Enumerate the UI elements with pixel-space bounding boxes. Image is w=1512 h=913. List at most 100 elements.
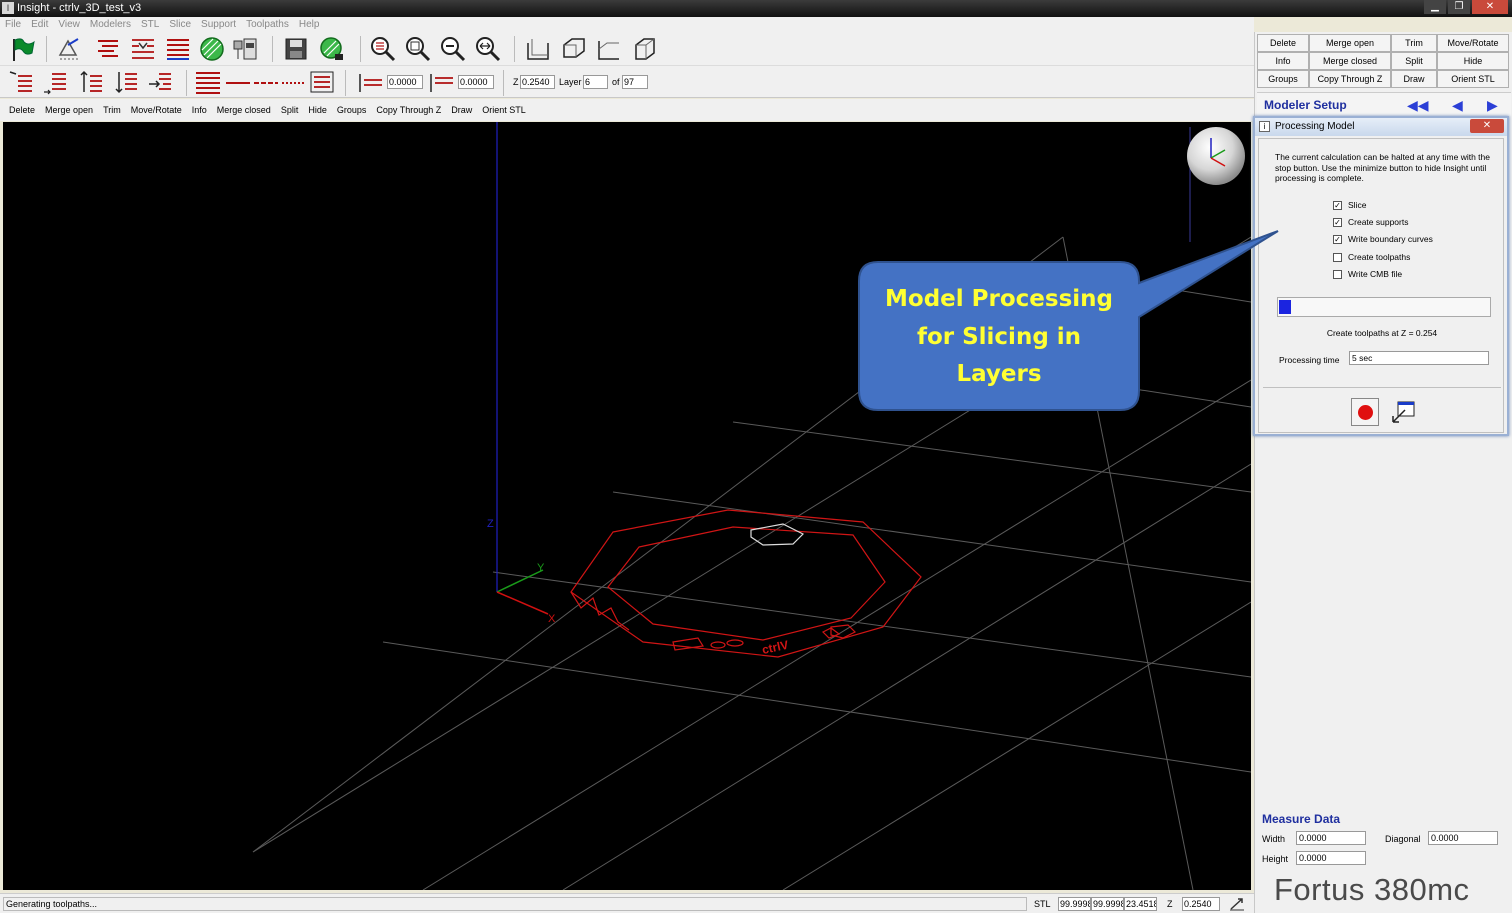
- x-axis-line: [496, 591, 549, 615]
- option-create-toolpaths[interactable]: Create toolpaths: [1333, 252, 1410, 262]
- view-front-icon[interactable]: [524, 35, 552, 63]
- first-icon[interactable]: ◀◀: [1407, 97, 1429, 114]
- flag-icon[interactable]: [8, 35, 36, 63]
- z-top-icon[interactable]: [355, 68, 383, 96]
- grid-delete-button[interactable]: Delete: [1257, 34, 1309, 52]
- grid-info-button[interactable]: Info: [1257, 52, 1309, 70]
- hatch-sphere-icon[interactable]: [198, 35, 226, 63]
- support-icon[interactable]: [129, 35, 157, 63]
- z-min-field[interactable]: 0.0000: [387, 75, 423, 89]
- menu-file[interactable]: File: [0, 17, 26, 32]
- grid-copy-through-z-button[interactable]: Copy Through Z: [1309, 70, 1391, 88]
- zoom-fit-icon[interactable]: [404, 35, 432, 63]
- cmd-info[interactable]: Info: [187, 105, 212, 115]
- dialog-close-button[interactable]: ✕: [1470, 119, 1504, 133]
- grid-trim-button[interactable]: Trim: [1391, 34, 1437, 52]
- dotted-layer-icon[interactable]: [280, 68, 308, 96]
- write-boundary-checkbox[interactable]: ✓: [1333, 234, 1342, 244]
- processing-model-dialog: i Processing Model ✕ The current calcula…: [1253, 116, 1509, 436]
- cmd-split[interactable]: Split: [276, 105, 304, 115]
- grid-orient-stl-button[interactable]: Orient STL: [1437, 70, 1509, 88]
- option-write-cmb-file[interactable]: Write CMB file: [1333, 269, 1402, 279]
- view-top-icon[interactable]: [560, 35, 588, 63]
- layer-label: Layer: [559, 77, 582, 87]
- menu-slice[interactable]: Slice: [164, 17, 196, 32]
- menu-edit[interactable]: Edit: [26, 17, 53, 32]
- dashed-layer-icon[interactable]: [252, 68, 280, 96]
- minimize-button[interactable]: ▁: [1424, 0, 1446, 14]
- modeler-icon[interactable]: [232, 35, 260, 63]
- menu-support[interactable]: Support: [196, 17, 241, 32]
- slice-checkbox[interactable]: ✓: [1333, 200, 1342, 210]
- z-value-field[interactable]: 0.2540: [520, 75, 555, 89]
- status-mode: STL: [1034, 899, 1051, 909]
- minimize-to-tray-button[interactable]: [1389, 398, 1417, 426]
- layer-field[interactable]: 6: [583, 75, 608, 89]
- restore-button[interactable]: ❐: [1448, 0, 1470, 14]
- status-z-label: Z: [1167, 899, 1173, 909]
- option-create-supports[interactable]: ✓ Create supports: [1333, 217, 1408, 227]
- view-iso-icon[interactable]: [630, 35, 658, 63]
- viewport-scene: Z Y X ctrlV: [252, 122, 1251, 890]
- z-bottom-icon[interactable]: [426, 68, 454, 96]
- layer-up-icon[interactable]: [8, 68, 36, 96]
- cmd-merge-closed[interactable]: Merge closed: [212, 105, 276, 115]
- option-slice[interactable]: ✓ Slice: [1333, 200, 1366, 210]
- create-toolpaths-checkbox[interactable]: [1333, 252, 1342, 262]
- menu-modelers[interactable]: Modelers: [85, 17, 136, 32]
- cmd-hide[interactable]: Hide: [303, 105, 332, 115]
- view-side-icon[interactable]: [595, 35, 623, 63]
- grid-hide-button[interactable]: Hide: [1437, 52, 1509, 70]
- create-supports-checkbox[interactable]: ✓: [1333, 217, 1342, 227]
- next-icon[interactable]: ▶: [1487, 97, 1498, 114]
- menu-help[interactable]: Help: [294, 17, 325, 32]
- dialog-title-bar[interactable]: i Processing Model ✕: [1255, 118, 1507, 136]
- window-title: Insight - ctrlv_3D_test_v3: [17, 2, 142, 14]
- zoom-in-icon[interactable]: [369, 35, 397, 63]
- cmd-move-rotate[interactable]: Move/Rotate: [126, 105, 187, 115]
- cmd-merge-open[interactable]: Merge open: [40, 105, 98, 115]
- single-layer-icon[interactable]: [224, 68, 252, 96]
- layer-stack-icon[interactable]: [194, 68, 222, 96]
- z-max-field[interactable]: 0.0000: [458, 75, 494, 89]
- layer-prev-icon[interactable]: [113, 68, 141, 96]
- menu-toolpaths[interactable]: Toolpaths: [241, 17, 294, 32]
- layer-count-field: 97: [622, 75, 648, 89]
- cmd-trim[interactable]: Trim: [98, 105, 126, 115]
- cmd-delete[interactable]: Delete: [4, 105, 40, 115]
- grid-merge-closed-button[interactable]: Merge closed: [1309, 52, 1391, 70]
- cmd-orient-stl[interactable]: Orient STL: [477, 105, 531, 115]
- toolpath-icon[interactable]: [164, 35, 192, 63]
- menu-view[interactable]: View: [53, 17, 85, 32]
- layer-next-icon[interactable]: [78, 68, 106, 96]
- pointer-icon[interactable]: [1228, 896, 1246, 912]
- option-write-boundary-curves[interactable]: ✓ Write boundary curves: [1333, 234, 1433, 244]
- window-controls: ▁ ❐ ✕: [1424, 0, 1508, 15]
- measure-data-title: Measure Data: [1262, 812, 1341, 826]
- layer-goto-icon[interactable]: [147, 68, 175, 96]
- layer-bottom-icon[interactable]: [42, 68, 70, 96]
- close-button[interactable]: ✕: [1472, 0, 1508, 14]
- grid-split-button[interactable]: Split: [1391, 52, 1437, 70]
- prev-icon[interactable]: ◀: [1452, 97, 1463, 114]
- 3d-viewport[interactable]: Z Y X ctrlV: [3, 122, 1251, 890]
- cmd-draw[interactable]: Draw: [446, 105, 477, 115]
- slice-icon[interactable]: [94, 35, 122, 63]
- cmd-groups[interactable]: Groups: [332, 105, 372, 115]
- save-icon[interactable]: [282, 35, 310, 63]
- height-label: Height: [1262, 854, 1289, 864]
- grid-move-rotate-button[interactable]: Move/Rotate: [1437, 34, 1509, 52]
- save-toolpath-icon[interactable]: [318, 35, 346, 63]
- zoom-out-icon[interactable]: [439, 35, 467, 63]
- grid-draw-button[interactable]: Draw: [1391, 70, 1437, 88]
- stop-button[interactable]: [1351, 398, 1379, 426]
- cmd-copy-through-z[interactable]: Copy Through Z: [371, 105, 446, 115]
- stl-repair-icon[interactable]: [56, 35, 84, 63]
- grid-merge-open-button[interactable]: Merge open: [1309, 34, 1391, 52]
- zoom-pan-icon[interactable]: [474, 35, 502, 63]
- grid-groups-button[interactable]: Groups: [1257, 70, 1309, 88]
- modeler-setup-label: Modeler Setup: [1264, 98, 1347, 112]
- layer-range-icon[interactable]: [308, 68, 336, 96]
- write-cmb-checkbox[interactable]: [1333, 269, 1342, 279]
- menu-stl[interactable]: STL: [136, 17, 164, 32]
